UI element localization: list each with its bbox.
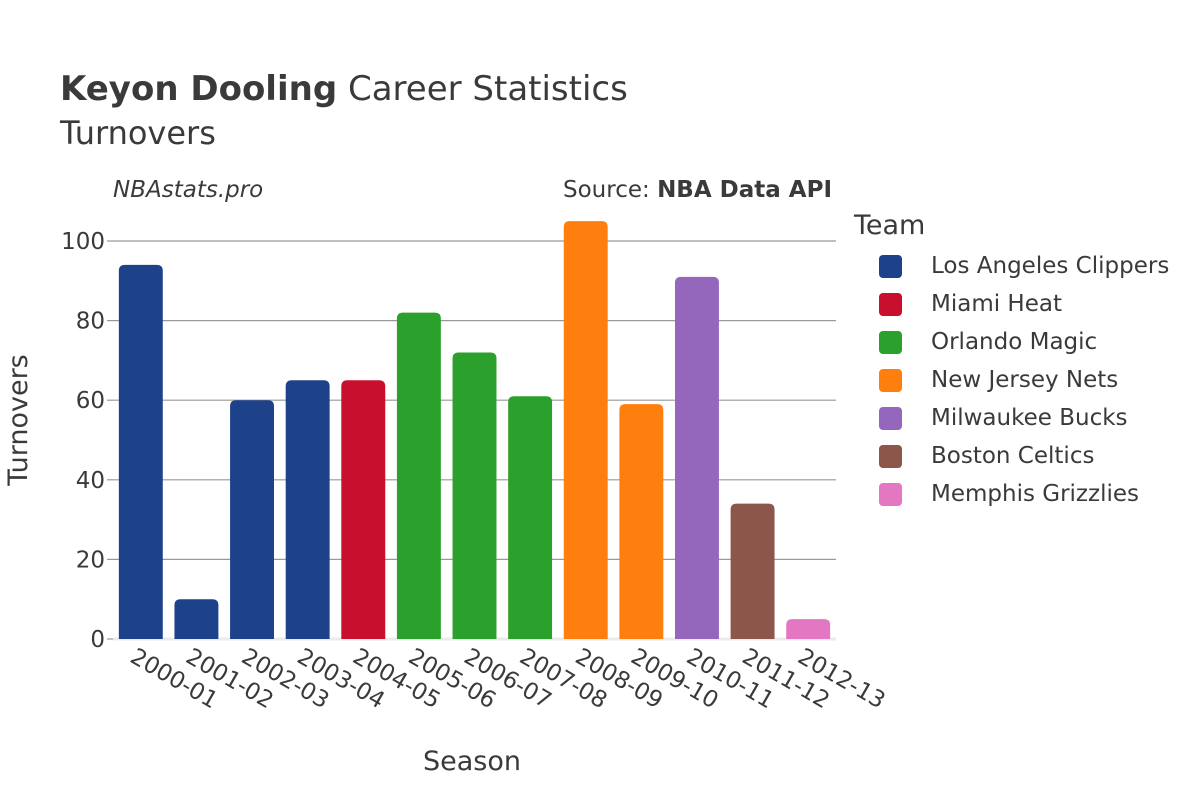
y-tick-label: 40 xyxy=(76,468,105,494)
legend-swatch xyxy=(879,406,902,430)
legend-label: Boston Celtics xyxy=(931,443,1095,469)
y-tick-label: 100 xyxy=(61,229,105,255)
bar-2012-13[interactable] xyxy=(786,619,831,639)
y-tick-label: 80 xyxy=(76,309,105,335)
legend-item[interactable]: Boston Celtics xyxy=(854,437,1169,475)
legend-label: Memphis Grizzlies xyxy=(931,481,1139,507)
legend-label: Milwaukee Bucks xyxy=(931,405,1128,431)
bar-2005-06[interactable] xyxy=(396,312,441,639)
bars xyxy=(118,221,831,639)
y-tick-label: 0 xyxy=(90,627,105,653)
x-axis-label: Season xyxy=(423,746,521,777)
legend-label: Miami Heat xyxy=(931,291,1062,317)
legend-item[interactable]: Los Angeles Clippers xyxy=(854,247,1169,285)
legend-swatch xyxy=(879,292,902,316)
legend-item[interactable]: Miami Heat xyxy=(854,285,1169,323)
y-tick-label: 60 xyxy=(76,388,105,414)
bar-2003-04[interactable] xyxy=(285,380,330,639)
legend-item[interactable]: Milwaukee Bucks xyxy=(854,399,1169,437)
legend-swatch xyxy=(879,254,902,278)
legend-swatch xyxy=(879,482,902,506)
bar-2009-10[interactable] xyxy=(619,404,664,639)
legend-swatch xyxy=(879,368,902,392)
legend-item[interactable]: Orlando Magic xyxy=(854,323,1169,361)
bar-2010-11[interactable] xyxy=(674,276,719,639)
bar-2000-01[interactable] xyxy=(118,264,163,639)
legend-items: Los Angeles Clippers Miami Heat Orlando Ma… xyxy=(854,247,1169,513)
legend-item[interactable]: New Jersey Nets xyxy=(854,361,1169,399)
x-axis-ticks: 2000-012001-022002-032003-042004-052005-… xyxy=(126,644,890,715)
legend-label: Los Angeles Clippers xyxy=(931,253,1170,279)
bar-2002-03[interactable] xyxy=(230,400,275,639)
bar-2007-08[interactable] xyxy=(508,396,553,639)
legend-label: New Jersey Nets xyxy=(931,367,1119,393)
legend: Team Los Angeles Clippers Miami Heat Orlan… xyxy=(854,210,1169,513)
bar-2008-09[interactable] xyxy=(563,221,608,639)
legend-swatch xyxy=(879,444,902,468)
y-tick-label: 20 xyxy=(76,547,105,573)
bar-2001-02[interactable] xyxy=(174,599,219,639)
legend-label: Orlando Magic xyxy=(931,329,1098,355)
legend-title: Team xyxy=(854,210,926,241)
legend-item[interactable]: Memphis Grizzlies xyxy=(854,475,1169,513)
y-axis-label: Turnovers xyxy=(3,354,34,487)
bar-2006-07[interactable] xyxy=(452,352,497,639)
bar-2011-12[interactable] xyxy=(730,503,775,639)
legend-swatch xyxy=(879,330,902,354)
bar-2004-05[interactable] xyxy=(341,380,386,639)
y-axis-ticks: 0 20 40 60 80 100 xyxy=(61,229,105,653)
